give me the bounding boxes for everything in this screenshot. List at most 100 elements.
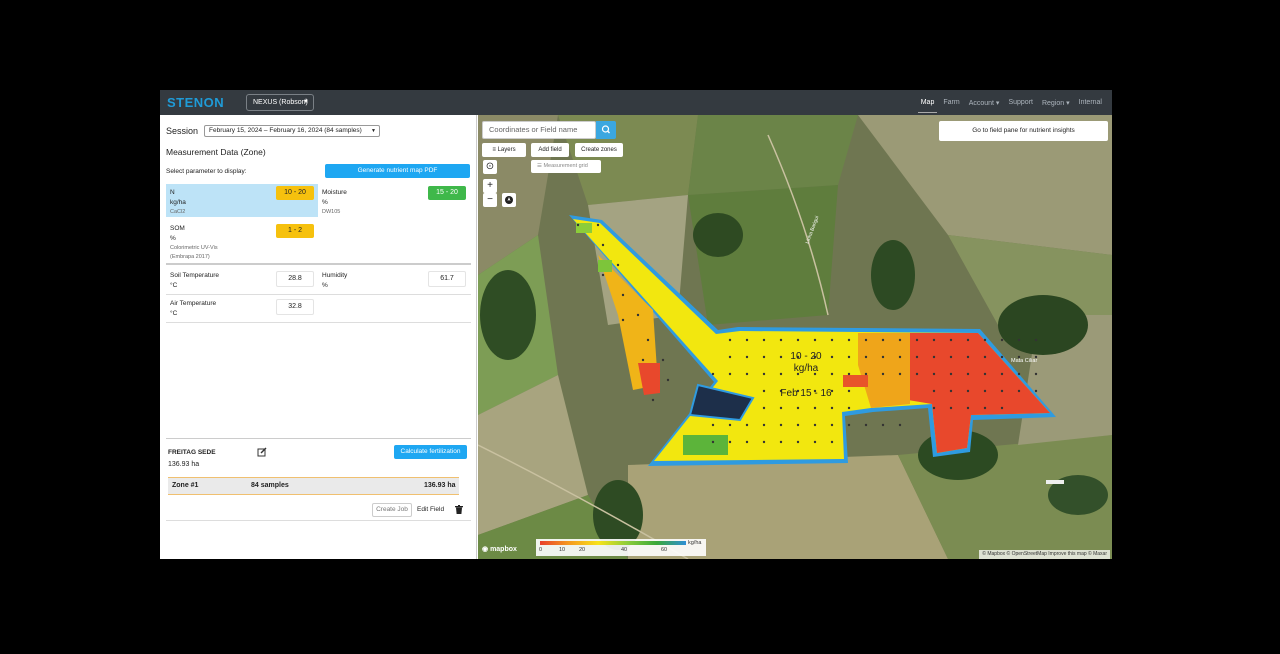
caret-down-icon: ▾ [993, 99, 1000, 107]
generate-pdf-button[interactable]: Generate nutrient map PDF [325, 164, 470, 178]
organization-select[interactable]: NEXUS (Robson) ▼ [246, 94, 314, 111]
sample-point [983, 389, 987, 393]
edit-icon[interactable] [257, 447, 267, 457]
zoom-in-button[interactable]: + [483, 179, 497, 193]
sample-point [932, 355, 936, 359]
sample-point [661, 358, 665, 362]
measurement-panel: Session February 15, 2024 – February 16,… [160, 115, 477, 559]
param-som-method-1: Colorimetric UV-Vis [170, 245, 218, 251]
app-window: STENON NEXUS (Robson) ▼ Map Farm Account … [160, 90, 1112, 559]
create-zones-button[interactable]: Create zones [575, 143, 623, 157]
search-input[interactable]: Coordinates or Field name [482, 121, 596, 139]
brand-logo[interactable]: STENON [167, 95, 224, 110]
legend-tick: 20 [579, 547, 586, 553]
param-som-method-2: (Embrapa 2017) [170, 254, 210, 260]
sample-point [898, 423, 902, 427]
compass-button[interactable] [502, 193, 516, 207]
sample-point [1000, 338, 1004, 342]
sample-point [915, 338, 919, 342]
sample-point [601, 273, 605, 277]
sample-point [881, 355, 885, 359]
nav-link-map[interactable]: Map [917, 99, 937, 113]
param-soil-temperature-value: 28.8 [276, 271, 314, 287]
calculate-fertilization-button[interactable]: Calculate fertilization [394, 445, 467, 459]
map-attribution[interactable]: © Mapbox © OpenStreetMap Improve this ma… [979, 550, 1110, 559]
sample-point [762, 389, 766, 393]
edit-field-button[interactable]: Edit Field [417, 506, 444, 513]
map-view[interactable]: Coordinates or Field name ≡ Layers Add f… [478, 115, 1112, 559]
add-field-button[interactable]: Add field [531, 143, 569, 157]
sample-point [779, 440, 783, 444]
nav-link-account-label: Account [968, 99, 994, 107]
sample-point [1017, 338, 1021, 342]
layers-button[interactable]: ≡ Layers [482, 143, 526, 157]
sample-point [1034, 338, 1038, 342]
measurement-data-title: Measurement Data (Zone) [166, 147, 266, 157]
search-button[interactable] [596, 121, 616, 139]
zone-row[interactable]: Zone #1 84 samples 136.93 ha [168, 477, 459, 495]
param-humidity-value: 61.7 [428, 271, 466, 287]
sample-point [864, 355, 868, 359]
sample-point [847, 355, 851, 359]
locate-button[interactable]: ⊙ [483, 160, 497, 174]
sample-point [779, 338, 783, 342]
sample-point [796, 338, 800, 342]
sample-point [830, 338, 834, 342]
sample-point [830, 440, 834, 444]
session-select[interactable]: February 15, 2024 – February 16, 2024 (8… [204, 125, 380, 137]
plus-icon: + [487, 180, 493, 191]
sample-point [745, 423, 749, 427]
navbar: STENON NEXUS (Robson) ▼ Map Farm Account … [160, 90, 1112, 115]
nav-link-support[interactable]: Support [1008, 99, 1033, 106]
sample-point [1017, 372, 1021, 376]
sample-point [949, 389, 953, 393]
sample-point [847, 406, 851, 410]
mapbox-logo-label: mapbox [490, 546, 517, 553]
sample-point [847, 389, 851, 393]
sample-point [864, 338, 868, 342]
legend-tick: 0 [539, 547, 543, 553]
sample-point [728, 355, 732, 359]
param-moisture-method: DW105 [322, 209, 341, 215]
sample-point [711, 372, 715, 376]
sample-point [576, 223, 580, 227]
sample-point [796, 440, 800, 444]
sample-point [983, 338, 987, 342]
param-n[interactable]: N kg/ha CaCl2 10 - 20 [166, 184, 318, 217]
nav-link-account[interactable]: Account ▾ [969, 99, 1000, 107]
layers-button-label: Layers [497, 147, 516, 153]
sample-point [636, 313, 640, 317]
nav-link-farm[interactable]: Farm [943, 99, 959, 106]
sample-point [779, 423, 783, 427]
zoom-out-button[interactable]: − [483, 193, 497, 207]
mapbox-logo[interactable]: ◉ mapbox [482, 545, 517, 553]
sample-point [983, 406, 987, 410]
sample-point [762, 423, 766, 427]
trash-icon[interactable] [455, 505, 463, 514]
select-parameter-label: Select parameter to display: [166, 168, 247, 175]
sample-point [915, 372, 919, 376]
sample-point [711, 440, 715, 444]
sample-point [616, 263, 620, 267]
sample-point [949, 338, 953, 342]
nav-link-internal[interactable]: Internal [1079, 99, 1102, 106]
legend-color-bar [540, 541, 686, 545]
sample-point [881, 338, 885, 342]
create-job-button[interactable]: Create Job [372, 503, 412, 517]
zone-value-label: 10 - 20 [790, 351, 822, 362]
sample-point [932, 389, 936, 393]
zone-date-label: Feb 15 - 16 [780, 388, 832, 399]
param-moisture[interactable]: Moisture % DW105 15 - 20 [318, 184, 470, 217]
measurement-grid-button[interactable]: ☰ Measurement grid [531, 160, 601, 173]
sample-point [966, 372, 970, 376]
sample-point [1034, 372, 1038, 376]
legend-tick: 40 [621, 547, 628, 553]
nav-link-region[interactable]: Region ▾ [1042, 99, 1070, 107]
search-icon [601, 125, 610, 134]
param-som[interactable]: SOM % Colorimetric UV-Vis (Embrapa 2017)… [166, 220, 318, 260]
sample-point [728, 338, 732, 342]
param-som-value: 1 - 2 [276, 224, 314, 238]
legend-unit: kg/ha [688, 540, 702, 546]
nutrient-insights-button[interactable]: Go to field pane for nutrient insights [939, 121, 1108, 141]
legend-tick: 60 [661, 547, 668, 553]
